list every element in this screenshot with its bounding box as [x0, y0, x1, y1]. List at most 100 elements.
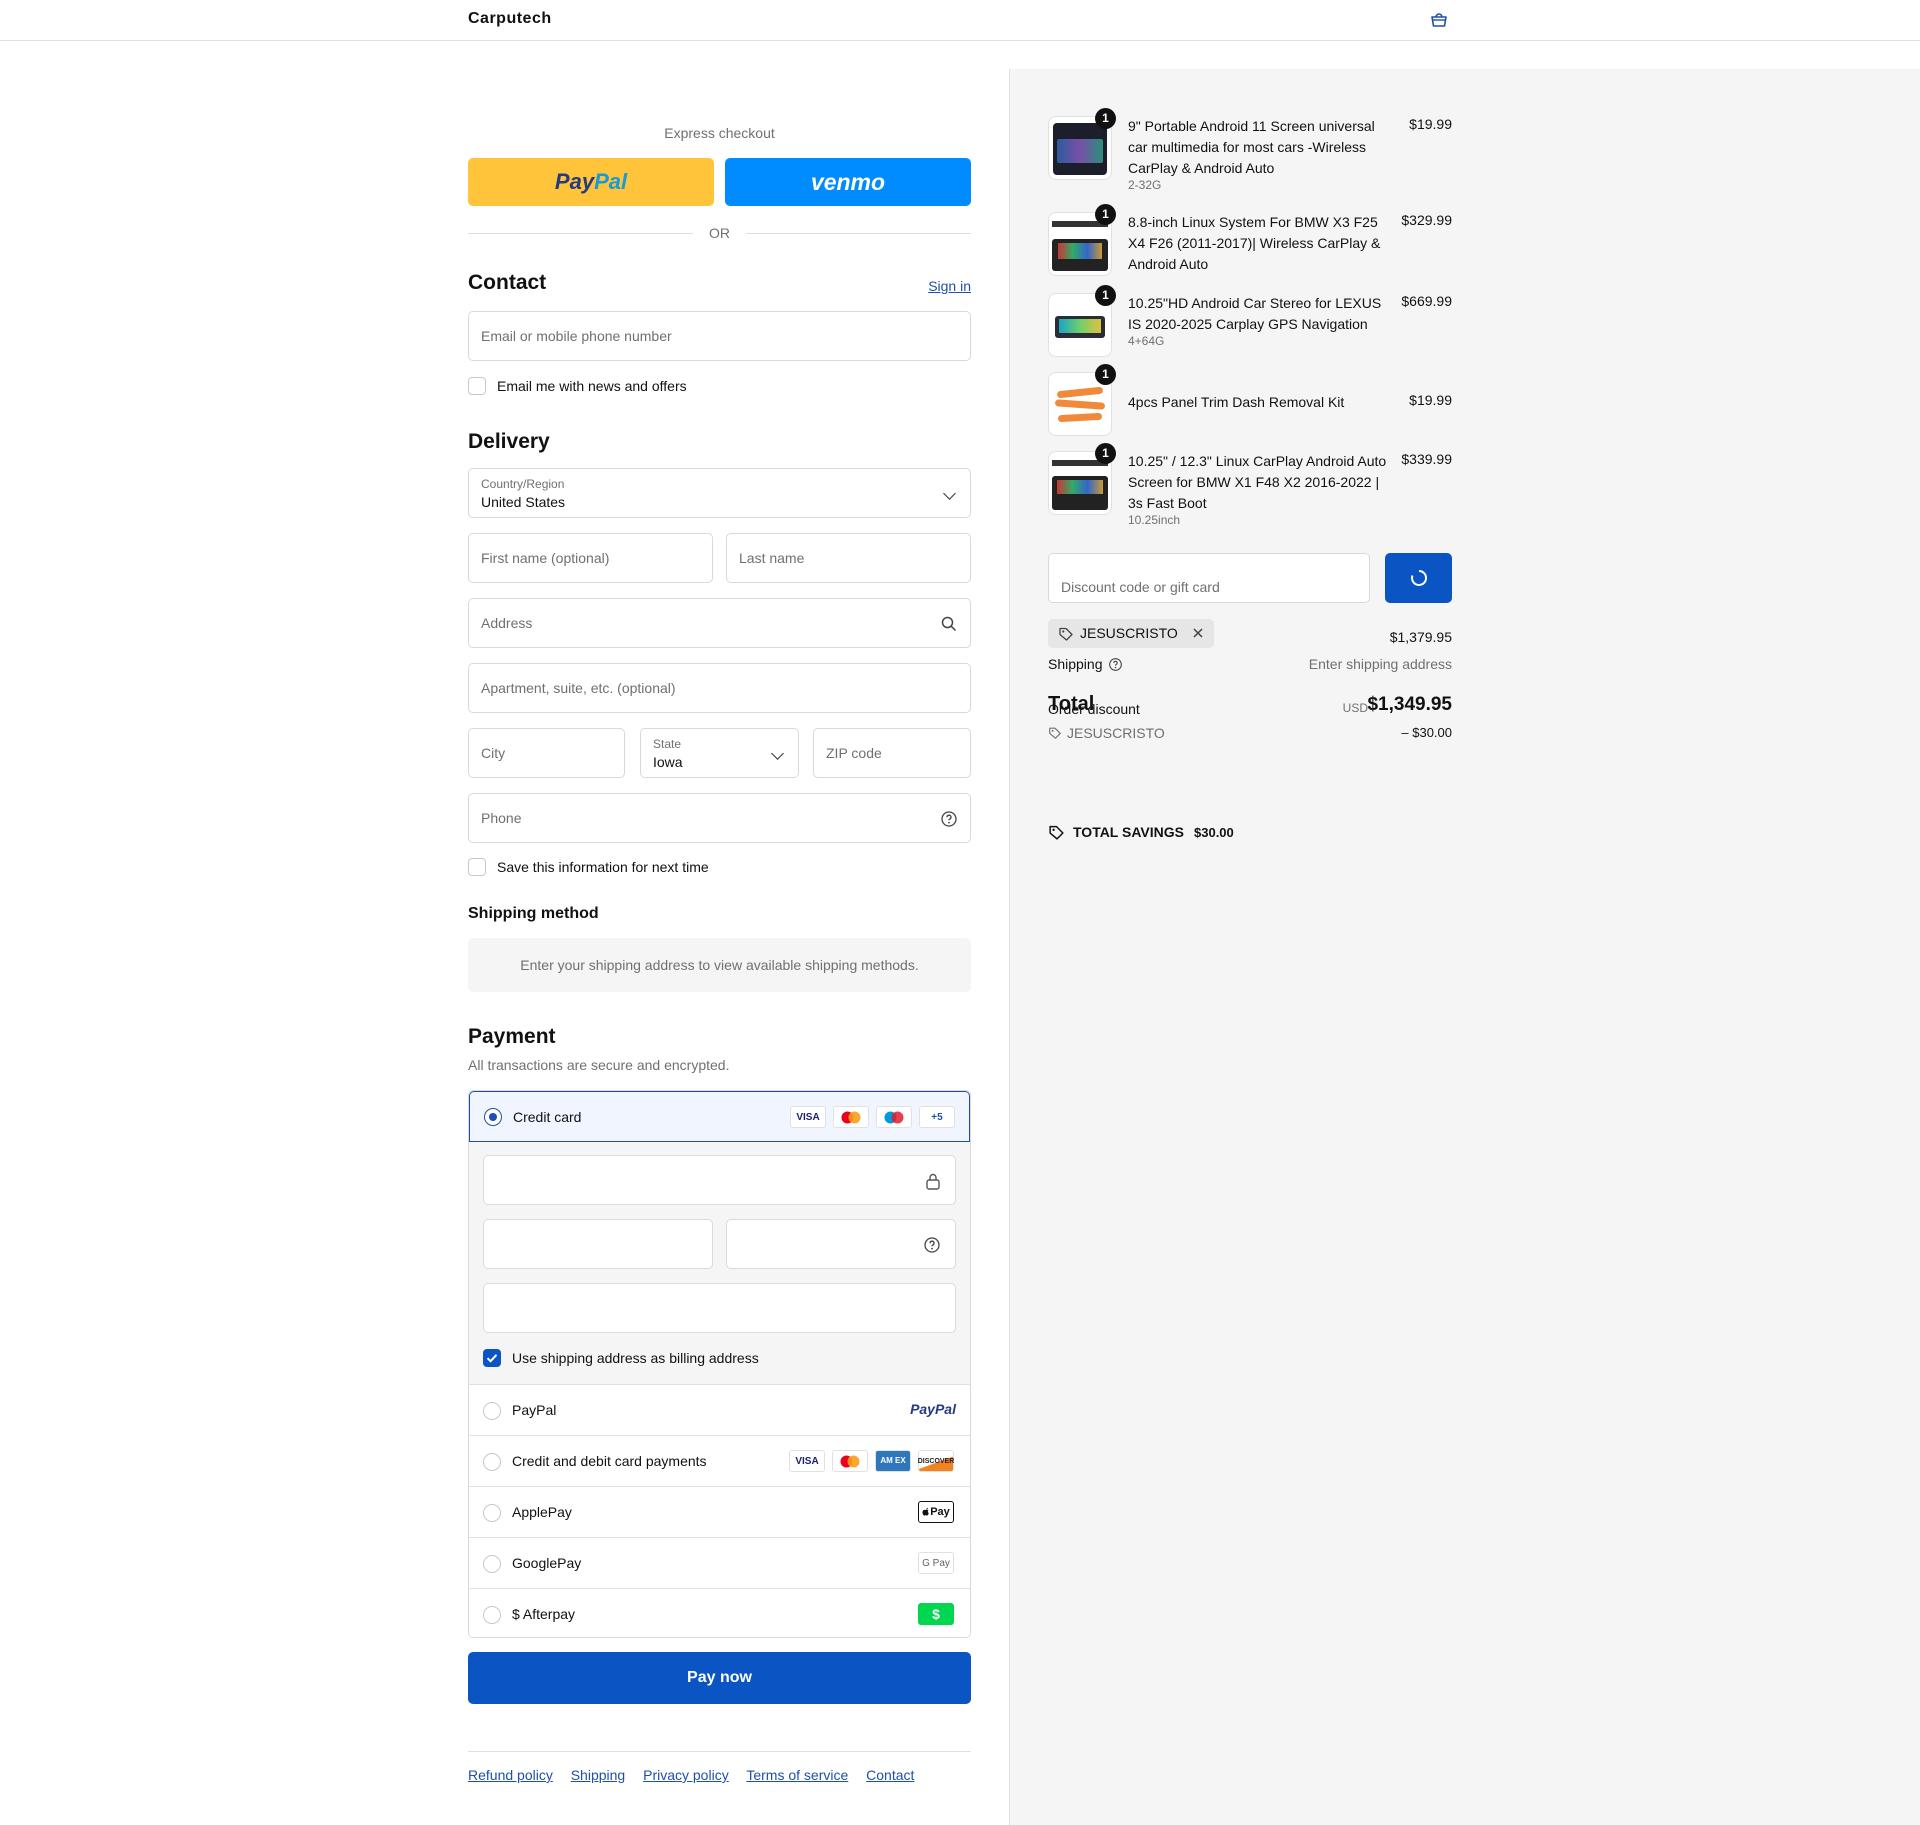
paypal-option[interactable]: PayPal PayPal: [469, 1385, 970, 1436]
save-info-label: Save this information for next time: [497, 859, 709, 875]
apply-discount-button[interactable]: [1385, 553, 1452, 603]
venmo-express-button[interactable]: venmo: [725, 158, 971, 206]
product-price: $19.99: [1409, 116, 1452, 132]
applepay-option[interactable]: ApplePay Pay: [469, 1487, 970, 1538]
zip-placeholder: ZIP code: [826, 745, 882, 761]
state-select[interactable]: State Iowa: [640, 728, 799, 778]
maestro-icon: [876, 1106, 912, 1128]
check-icon: [486, 1354, 498, 1363]
order-discount-label: Order discount: [1048, 701, 1140, 717]
product-variant: 10.25inch: [1128, 513, 1181, 527]
refund-policy-link[interactable]: Refund policy: [468, 1767, 553, 1783]
save-info-checkbox[interactable]: [468, 858, 486, 876]
help-icon[interactable]: [1108, 657, 1123, 672]
card-payments-label: Credit and debit card payments: [512, 1453, 707, 1469]
paypal-label: PayPal: [512, 1402, 557, 1418]
product-variant: 2-32G: [1128, 178, 1162, 192]
state-value: Iowa: [653, 754, 683, 770]
product-name: 10.25"HD Android Car Stereo for LEXUS IS…: [1128, 295, 1382, 332]
security-code-field[interactable]: [726, 1219, 956, 1269]
discount-amount: – $30.00: [1401, 725, 1452, 740]
afterpay-label: $ Afterpay: [512, 1606, 576, 1622]
shipping-value: Enter shipping address: [1308, 656, 1452, 672]
shipping-method-title: Shipping method: [468, 905, 599, 922]
contact-title: Contact: [468, 271, 547, 294]
apartment-field[interactable]: Apartment, suite, etc. (optional): [468, 663, 971, 713]
phone-field[interactable]: Phone: [468, 793, 971, 843]
chevron-down-icon: [943, 487, 956, 500]
address-field[interactable]: Address: [468, 598, 971, 648]
visa-icon: VISA: [790, 1106, 826, 1128]
country-label: Country/Region: [481, 477, 565, 491]
phone-placeholder: Phone: [481, 810, 522, 826]
newsletter-checkbox[interactable]: [468, 377, 486, 395]
product-name: 9" Portable Android 11 Screen universal …: [1128, 118, 1375, 176]
or-text: OR: [709, 225, 730, 241]
expiry-field[interactable]: [483, 1219, 713, 1269]
first-name-field[interactable]: First name (optional): [468, 533, 713, 583]
product-price: $339.99: [1401, 451, 1452, 467]
credit-card-radio[interactable]: [484, 1108, 502, 1126]
paypal-express-button[interactable]: Pay Pal: [468, 158, 714, 206]
shipping-link[interactable]: Shipping: [571, 1767, 626, 1783]
total-savings-label: TOTAL SAVINGS: [1073, 824, 1184, 840]
discount-code-field[interactable]: Discount code or gift card: [1048, 553, 1370, 603]
card-payments-option[interactable]: Credit and debit card payments VISA AM E…: [469, 1436, 970, 1487]
spinner-icon: [1411, 569, 1428, 586]
afterpay-option[interactable]: $ Afterpay $: [469, 1589, 970, 1637]
cart-icon[interactable]: [1429, 11, 1449, 29]
applepay-radio[interactable]: [483, 1504, 501, 1522]
tag-icon: [1059, 627, 1073, 641]
close-icon[interactable]: [1192, 627, 1204, 639]
email-field[interactable]: Email or mobile phone number: [468, 311, 971, 361]
footer-links: Refund policy Shipping Privacy policy Te…: [468, 1767, 928, 1783]
state-label: State: [653, 737, 682, 751]
zip-field[interactable]: ZIP code: [813, 728, 971, 778]
credit-card-option[interactable]: Credit card VISA +5: [469, 1091, 970, 1142]
googlepay-radio[interactable]: [483, 1555, 501, 1573]
quantity-badge: 1: [1095, 285, 1116, 306]
visa-icon: VISA: [789, 1450, 825, 1472]
name-on-card-field[interactable]: [483, 1283, 956, 1333]
product-name: 10.25" / 12.3" Linux CarPlay Android Aut…: [1128, 453, 1387, 511]
payment-title: Payment: [468, 1025, 556, 1048]
currency-code: USD: [1342, 701, 1368, 715]
product-name: 8.8-inch Linux System For BMW X3 F25 X4 …: [1128, 214, 1381, 272]
or-divider: OR: [468, 225, 971, 241]
credit-card-form: Use shipping address as billing address: [469, 1142, 970, 1385]
first-name-placeholder: First name (optional): [481, 550, 610, 566]
applied-discount-code: JESUSCRISTO: [1080, 625, 1178, 641]
last-name-field[interactable]: Last name: [726, 533, 971, 583]
search-icon: [941, 616, 957, 632]
contact-link[interactable]: Contact: [866, 1767, 914, 1783]
product-variant: 4+64G: [1128, 334, 1165, 348]
pay-now-button[interactable]: Pay now: [468, 1652, 971, 1704]
country-select[interactable]: Country/Region United States: [468, 468, 971, 518]
quantity-badge: 1: [1095, 108, 1116, 129]
payment-methods: Credit card VISA +5 Use shipping address…: [468, 1090, 971, 1638]
quantity-badge: 1: [1095, 443, 1116, 464]
product-name: 4pcs Panel Trim Dash Removal Kit: [1128, 394, 1345, 410]
help-icon[interactable]: [923, 1236, 941, 1254]
paypal-radio[interactable]: [483, 1402, 501, 1420]
card-payments-radio[interactable]: [483, 1453, 501, 1471]
afterpay-radio[interactable]: [483, 1606, 501, 1624]
paypal-logo-part2: Pal: [594, 169, 628, 194]
quantity-badge: 1: [1095, 364, 1116, 385]
city-field[interactable]: City: [468, 728, 625, 778]
tag-icon: [1049, 825, 1064, 840]
product-price: $19.99: [1409, 392, 1452, 408]
card-number-field[interactable]: [483, 1155, 956, 1205]
mastercard-icon: [833, 1106, 869, 1128]
country-value: United States: [481, 494, 566, 510]
paypal-logo-part1: Pay: [554, 169, 595, 194]
terms-of-service-link[interactable]: Terms of service: [746, 1767, 848, 1783]
googlepay-option[interactable]: GooglePay G Pay: [469, 1538, 970, 1589]
sign-in-link[interactable]: Sign in: [928, 278, 971, 294]
brand-logo[interactable]: Carputech: [468, 10, 552, 28]
googlepay-label: GooglePay: [512, 1555, 582, 1571]
privacy-policy-link[interactable]: Privacy policy: [643, 1767, 729, 1783]
help-icon[interactable]: [940, 810, 958, 828]
billing-checkbox[interactable]: [483, 1349, 501, 1367]
last-name-placeholder: Last name: [739, 550, 805, 566]
